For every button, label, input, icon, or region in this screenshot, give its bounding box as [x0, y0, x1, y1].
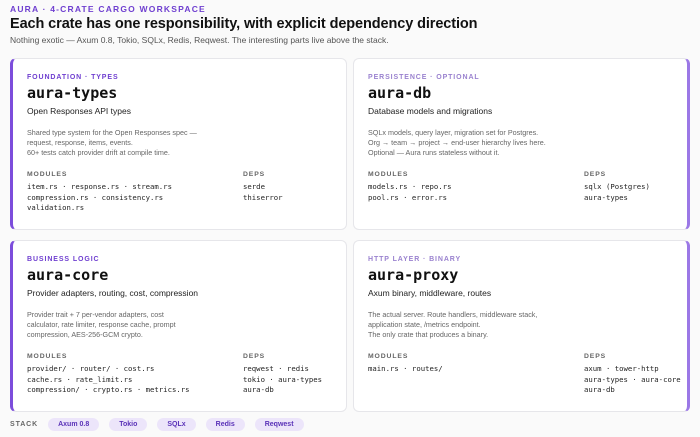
deps-label: DEPS — [243, 171, 266, 178]
module-line: compression/ · crypto.rs · metrics.rs — [27, 385, 190, 394]
modules-column: MODULES item.rs · response.rs · stream.r… — [27, 171, 172, 214]
modules-label: MODULES — [27, 171, 68, 178]
crate-description: SQLx models, query layer, migration set … — [368, 128, 673, 158]
crate-name: aura-core — [27, 266, 109, 284]
dep-line: thiserror — [243, 192, 283, 202]
page-title: Each crate has one responsibility, with … — [10, 16, 478, 32]
stack-label: STACK — [10, 421, 39, 428]
crate-card-aura-db: PERSISTENCE · OPTIONAL aura-db Database … — [353, 58, 690, 230]
modules-label: MODULES — [368, 353, 409, 360]
stack-chip-sqlx: SQLx — [157, 418, 196, 431]
dep-line: reqwest · redis — [243, 364, 309, 373]
module-line: provider/ · router/ · cost.rs — [27, 364, 155, 373]
deps-column: DEPS reqwest · redis tokio · aura-types … — [243, 353, 322, 396]
deps-column: DEPS sqlx (Postgres) aura-types — [584, 171, 650, 203]
modules-column: MODULES main.rs · routes/ — [368, 353, 443, 375]
crate-card-aura-proxy: HTTP LAYER · BINARY aura-proxy Axum bina… — [353, 240, 690, 412]
description-line: calculator, rate limiter, response cache… — [27, 320, 176, 329]
dep-line: axum · tower-http — [584, 364, 659, 373]
stack-chip-redis: Redis — [205, 418, 245, 431]
description-line: 60+ tests catch provider drift at compil… — [27, 148, 170, 157]
crate-tag: BUSINESS LOGIC — [27, 256, 100, 263]
crate-card-aura-types: FOUNDATION · TYPES aura-types Open Respo… — [10, 58, 347, 230]
stack-chip-axum: Axum 0.8 — [48, 418, 100, 431]
module-line: cache.rs · rate_limit.rs — [27, 374, 133, 384]
crate-tagline: Database models and migrations — [368, 106, 493, 116]
description-line: The actual server. Route handlers, middl… — [368, 310, 538, 319]
stack-chip-reqwest: Reqwest — [254, 418, 304, 431]
dep-line: tokio · aura-types — [243, 374, 323, 384]
crate-name: aura-types — [27, 84, 118, 102]
crate-tagline: Axum binary, middleware, routes — [368, 288, 492, 298]
dep-line: aura-db — [584, 385, 615, 394]
description-line: Provider trait + 7 per-vendor adapters, … — [27, 310, 164, 319]
header: AURA · 4-CRATE CARGO WORKSPACE Each crat… — [10, 4, 690, 45]
page-subtitle: Nothing exotic — Axum 0.8, Tokio, SQLx, … — [10, 35, 389, 45]
crate-tag: HTTP LAYER · BINARY — [368, 256, 462, 263]
crate-tag: FOUNDATION · TYPES — [27, 74, 119, 81]
deps-column: DEPS serde thiserror — [243, 171, 283, 203]
modules-column: MODULES models.rs · repo.rs pool.rs · er… — [368, 171, 451, 203]
modules-column: MODULES provider/ · router/ · cost.rs ca… — [27, 353, 190, 396]
dep-line: aura-types — [584, 192, 628, 202]
description-line: Optional — Aura runs stateless without i… — [368, 148, 500, 157]
dep-line: aura-db — [243, 385, 274, 394]
crate-card-aura-core: BUSINESS LOGIC aura-core Provider adapte… — [10, 240, 347, 412]
modules-label: MODULES — [368, 171, 409, 178]
module-line: main.rs · routes/ — [368, 364, 443, 373]
crate-description: Provider trait + 7 per-vendor adapters, … — [27, 310, 332, 340]
description-line: application state, /metrics endpoint. — [368, 320, 481, 329]
crate-description: Shared type system for the Open Response… — [27, 128, 332, 158]
deps-column: DEPS axum · tower-http aura-types · aura… — [584, 353, 681, 396]
crate-tagline: Provider adapters, routing, cost, compre… — [27, 288, 199, 298]
dep-line: sqlx (Postgres) — [584, 182, 650, 191]
crate-name: aura-proxy — [368, 266, 459, 284]
stack-chip-tokio: Tokio — [109, 418, 148, 431]
module-line: compression.rs · consistency.rs — [27, 192, 164, 202]
description-line: compression, AES-256-GCM crypto. — [27, 330, 143, 339]
deps-label: DEPS — [243, 353, 266, 360]
eyebrow: AURA · 4-CRATE CARGO WORKSPACE — [10, 4, 206, 14]
module-line: models.rs · repo.rs — [368, 182, 452, 191]
crate-name: aura-db — [368, 84, 432, 102]
description-line: Org → team → project → end-user hierarch… — [368, 138, 546, 147]
module-line: pool.rs · error.rs — [368, 192, 448, 202]
deps-label: DEPS — [584, 353, 607, 360]
dep-line: serde — [243, 182, 265, 191]
crate-description: The actual server. Route handlers, middl… — [368, 310, 673, 340]
crate-tagline: Open Responses API types — [27, 106, 131, 116]
stack-row: STACK Axum 0.8 Tokio SQLx Redis Reqwest — [10, 418, 314, 431]
description-line: request, response, items, events. — [27, 138, 133, 147]
description-line: The only crate that produces a binary. — [368, 330, 489, 339]
description-line: SQLx models, query layer, migration set … — [368, 128, 539, 137]
description-line: Shared type system for the Open Response… — [27, 128, 197, 137]
crate-tag: PERSISTENCE · OPTIONAL — [368, 74, 480, 81]
module-line: validation.rs — [27, 203, 85, 212]
modules-label: MODULES — [27, 353, 68, 360]
dep-line: aura-types · aura-core — [584, 374, 681, 384]
deps-label: DEPS — [584, 171, 607, 178]
module-line: item.rs · response.rs · stream.rs — [27, 182, 172, 191]
